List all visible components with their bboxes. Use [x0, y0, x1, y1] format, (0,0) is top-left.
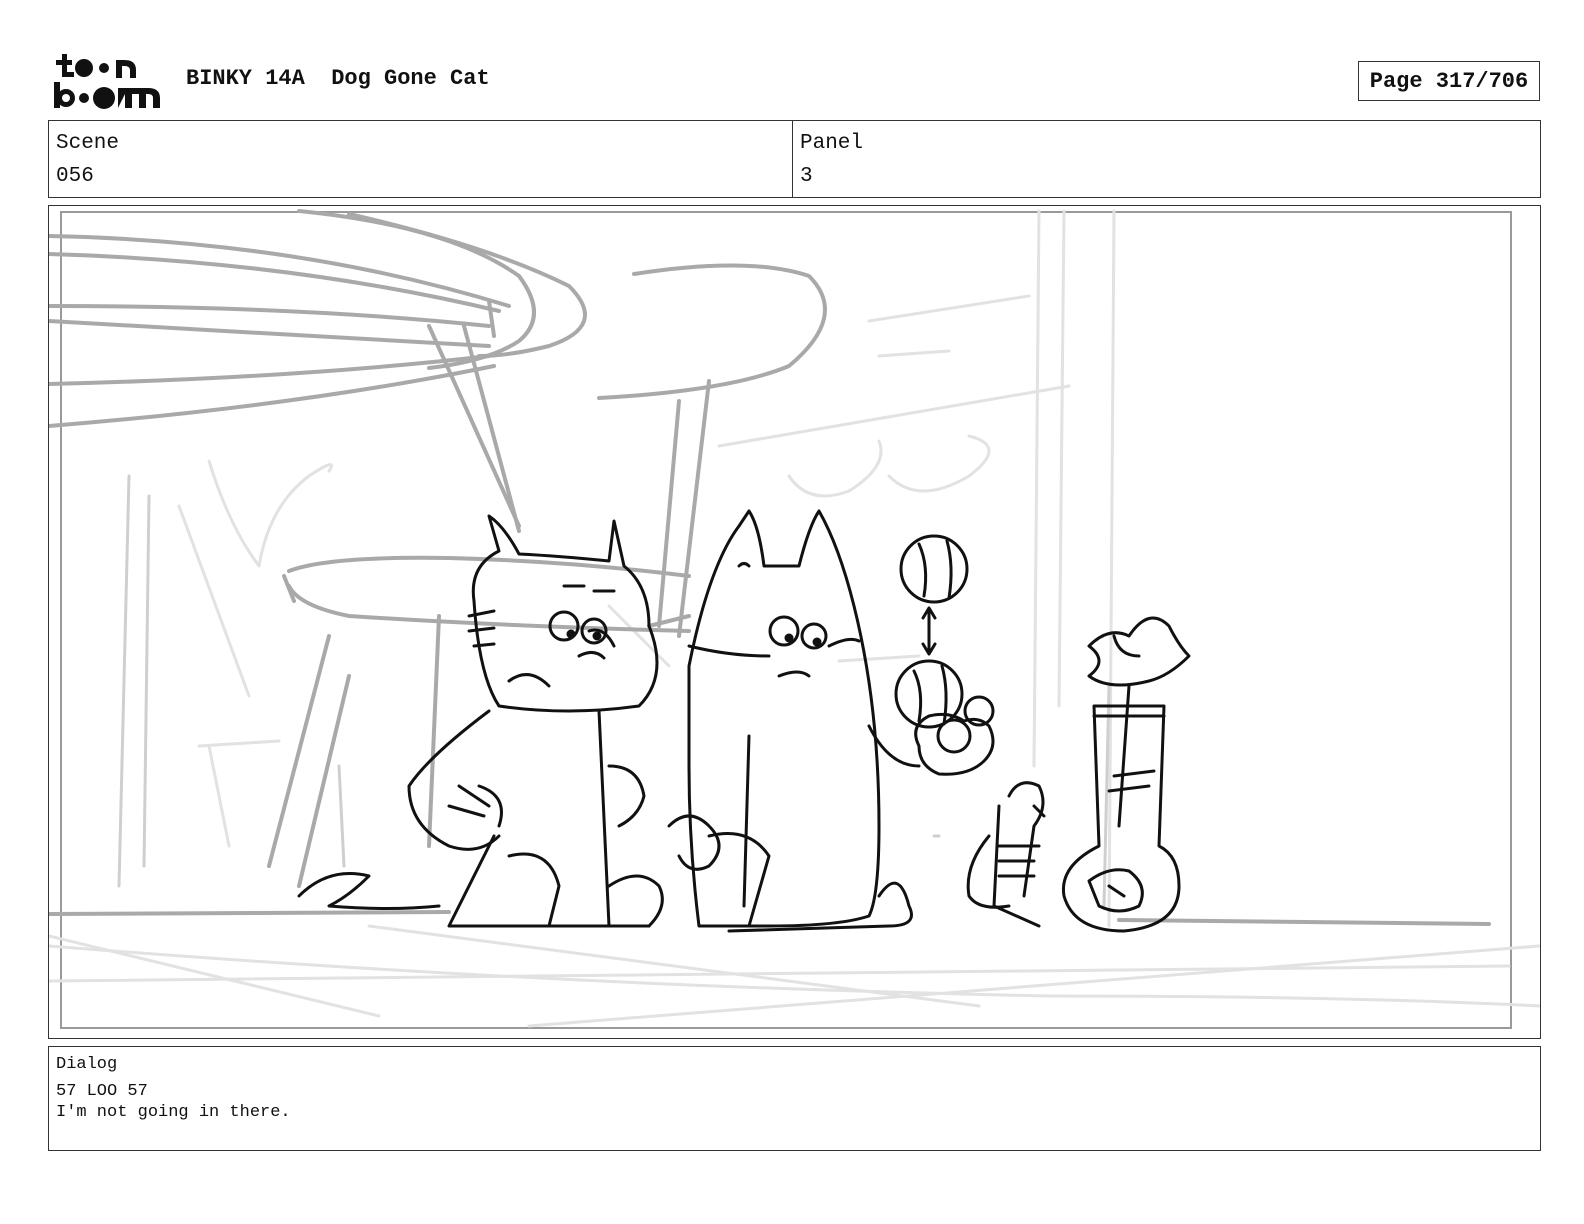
scene-panel-info: Scene 056 Panel 3 — [48, 120, 1541, 198]
dialog-line-1: 57 LOO 57 — [56, 1082, 148, 1101]
storyboard-panel — [48, 205, 1541, 1039]
panel-label: Panel — [800, 132, 864, 155]
dialog-label: Dialog — [56, 1055, 118, 1074]
dialog-line-2: I'm not going in there. — [56, 1103, 291, 1122]
panel-cell: Panel 3 — [793, 121, 1540, 197]
storyboard-sketch-icon — [49, 209, 1540, 1029]
toonboom-logo-icon — [54, 54, 160, 109]
scene-value: 056 — [56, 165, 94, 188]
panel-value: 3 — [800, 165, 813, 188]
dialog-box: Dialog 57 LOO 57 I'm not going in there. — [48, 1046, 1541, 1151]
scene-label: Scene — [56, 132, 120, 155]
page-number: Page 317/706 — [1358, 61, 1540, 101]
show-title: BINKY 14A Dog Gone Cat — [186, 66, 490, 91]
toonboom-logo — [52, 52, 164, 110]
scene-cell: Scene 056 — [49, 121, 793, 197]
